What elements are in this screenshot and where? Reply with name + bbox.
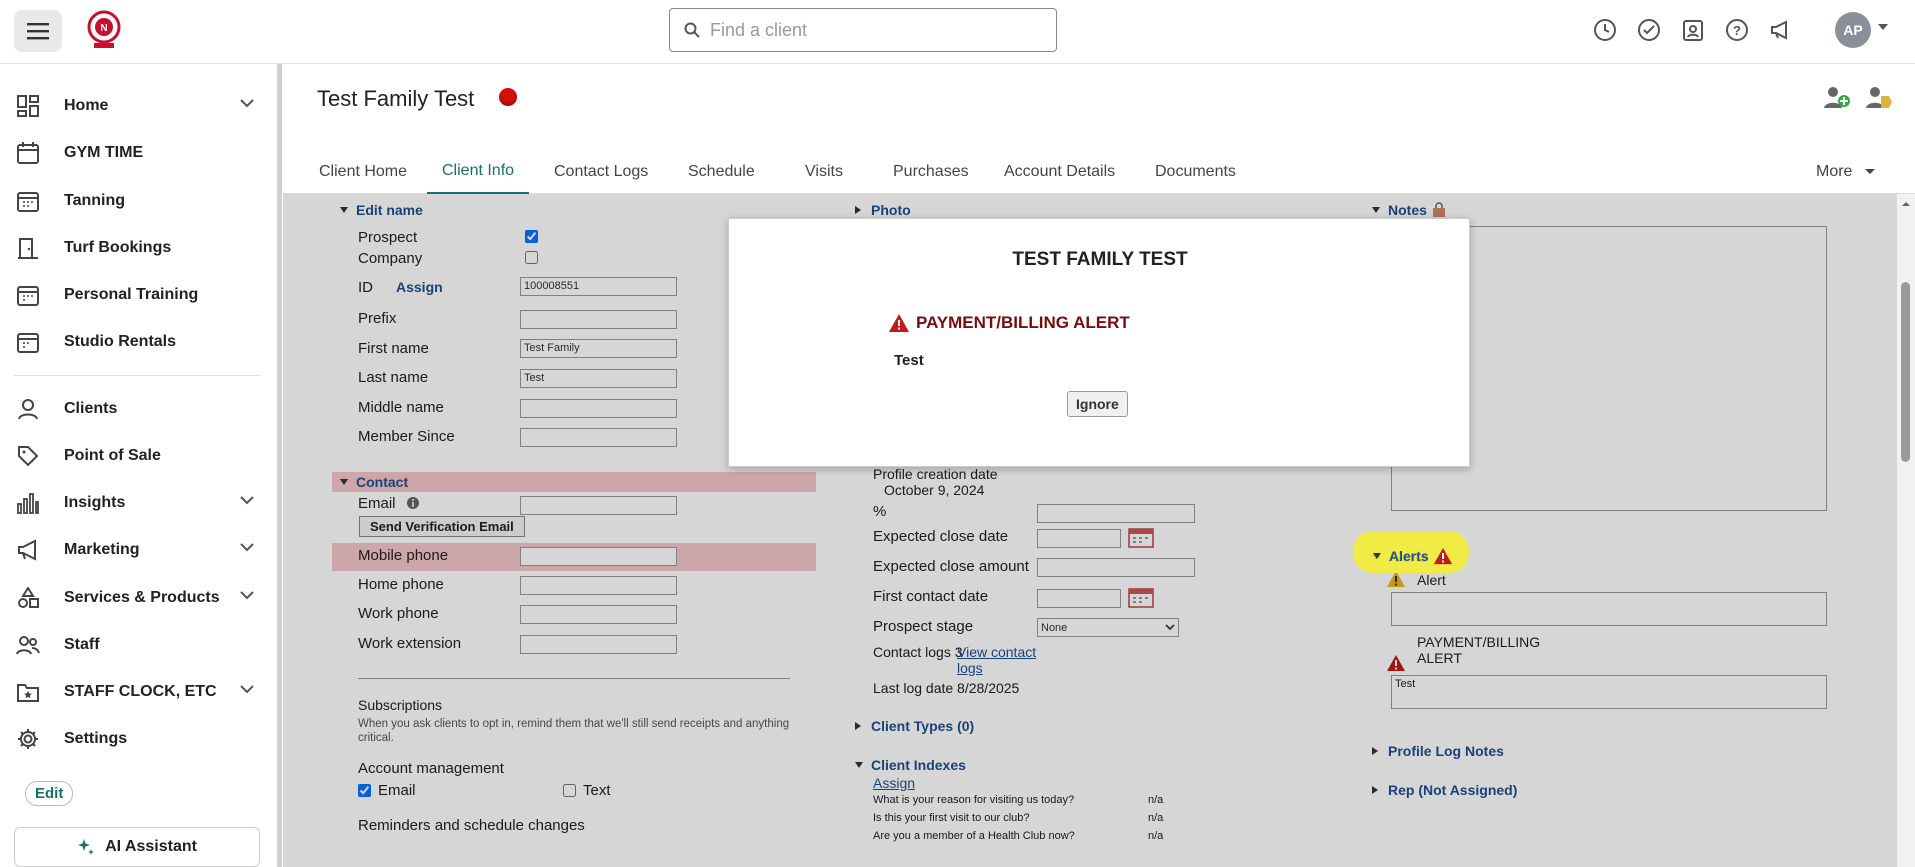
sidebar-item-label: Point of Sale <box>64 447 161 464</box>
client-name-title: Test Family Test <box>317 86 475 111</box>
status-dot <box>499 88 517 106</box>
sidebar-item-insights[interactable]: Insights <box>14 483 260 523</box>
sidebar-scrollbar[interactable] <box>277 64 282 867</box>
sidebar-item-gym-time[interactable]: GYM TIME <box>14 133 260 173</box>
sidebar-item-label: GYM TIME <box>64 144 144 161</box>
search-input[interactable] <box>710 19 1030 41</box>
check-circle-icon[interactable] <box>1635 14 1663 46</box>
chevron-down-icon <box>240 99 254 108</box>
sidebar-item-home[interactable]: Home <box>14 86 260 126</box>
modal-alert-heading: PAYMENT/BILLING ALERT <box>888 313 1130 333</box>
calendar-grid-icon <box>14 187 42 215</box>
tag-icon <box>14 442 42 470</box>
sidebar-item-label: Studio Rentals <box>64 333 177 350</box>
tab-client-home[interactable]: Client Home <box>319 150 407 194</box>
chevron-down-icon[interactable] <box>1878 24 1888 30</box>
tab-account-details[interactable]: Account Details <box>1004 150 1115 194</box>
shapes-icon <box>14 584 42 612</box>
sidebar-divider <box>14 375 260 376</box>
sidebar-item-staff-clock[interactable]: STAFF CLOCK, ETC <box>14 672 260 712</box>
warning-icon <box>889 314 909 332</box>
search-icon <box>684 22 700 38</box>
user-avatar[interactable]: AP <box>1835 12 1871 48</box>
sidebar-item-label: Tanning <box>64 192 126 209</box>
svg-text:?: ? <box>1733 23 1741 38</box>
sidebar-item-label: Personal Training <box>64 286 199 303</box>
door-icon <box>14 234 42 262</box>
tab-schedule[interactable]: Schedule <box>688 150 755 194</box>
hamburger-menu-button[interactable] <box>14 10 62 52</box>
scrollbar-thumb[interactable] <box>1901 282 1910 462</box>
sparkle-icon <box>78 839 95 855</box>
dashboard-icon <box>14 92 42 120</box>
sidebar-item-label: Home <box>64 97 109 114</box>
sidebar-item-label: Insights <box>64 494 126 511</box>
sidebar-item-personal-training[interactable]: Personal Training <box>14 275 260 315</box>
client-search-box[interactable] <box>669 8 1057 52</box>
sidebar-item-clients[interactable]: Clients <box>14 389 260 429</box>
modal-message: Test <box>894 352 924 369</box>
ai-assistant-button[interactable]: AI Assistant <box>14 827 260 867</box>
sidebar-item-settings[interactable]: Settings <box>14 719 260 759</box>
sidebar: Home GYM TIME Tanning Turf Bookings Pers… <box>0 64 274 867</box>
history-icon[interactable] <box>1591 14 1619 46</box>
sidebar-item-marketing[interactable]: Marketing <box>14 530 260 570</box>
sidebar-item-point-of-sale[interactable]: Point of Sale <box>14 436 260 476</box>
add-person-icon[interactable] <box>1823 84 1851 115</box>
tab-client-info[interactable]: Client Info <box>427 150 530 194</box>
top-bar: N ? AP <box>0 0 1915 64</box>
warning-icon <box>1433 548 1452 564</box>
tab-visits[interactable]: Visits <box>805 150 843 194</box>
chevron-down-icon <box>240 591 254 600</box>
calendar-grid-icon <box>14 328 42 356</box>
sidebar-item-studio-rentals[interactable]: Studio Rentals <box>14 322 260 362</box>
person-tag-icon[interactable] <box>1865 84 1893 115</box>
sidebar-item-label: Marketing <box>64 541 140 558</box>
svg-text:N: N <box>100 23 107 34</box>
scroll-up-icon <box>1902 202 1910 206</box>
alerts-highlight-label: Alerts <box>1373 547 1453 565</box>
person-icon <box>14 395 42 423</box>
gear-icon <box>14 725 42 753</box>
chevron-down-icon <box>240 685 254 694</box>
chevron-down-icon <box>240 543 254 552</box>
sidebar-item-label: Staff <box>64 636 100 653</box>
sidebar-item-label: STAFF CLOCK, ETC <box>64 683 217 700</box>
menu-icon <box>27 23 49 40</box>
sidebar-item-label: Settings <box>64 730 128 747</box>
sidebar-item-label: Clients <box>64 400 118 417</box>
tab-contact-logs[interactable]: Contact Logs <box>554 150 648 194</box>
ai-assistant-label: AI Assistant <box>105 838 197 855</box>
edit-sidebar-button[interactable]: Edit <box>25 781 74 806</box>
sidebar-item-services-products[interactable]: Services & Products <box>14 578 260 618</box>
page-scrollbar[interactable] <box>1897 194 1915 867</box>
client-tabs: Client Home Client Info Contact Logs Sch… <box>283 150 1915 194</box>
modal-title: TEST FAMILY TEST <box>1012 249 1188 270</box>
calendar-icon <box>14 139 42 167</box>
sidebar-item-label: Services & Products <box>64 589 220 606</box>
club-logo[interactable]: N <box>86 10 122 50</box>
alert-modal: TEST FAMILY TEST PAYMENT/BILLING ALERT T… <box>728 218 1470 467</box>
sidebar-item-staff[interactable]: Staff <box>14 625 260 665</box>
sidebar-item-turf-bookings[interactable]: Turf Bookings <box>14 228 260 268</box>
people-icon <box>14 631 42 659</box>
sidebar-item-tanning[interactable]: Tanning <box>14 181 260 221</box>
chevron-down-icon <box>1865 169 1876 174</box>
megaphone-icon <box>14 536 42 564</box>
tab-documents[interactable]: Documents <box>1155 150 1236 194</box>
help-icon[interactable]: ? <box>1723 14 1751 46</box>
tab-purchases[interactable]: Purchases <box>893 150 969 194</box>
folder-star-icon <box>14 678 42 706</box>
contact-card-icon[interactable] <box>1679 14 1707 46</box>
ignore-button[interactable]: Ignore <box>1067 391 1128 417</box>
calendar-grid-icon <box>14 281 42 309</box>
tab-more[interactable]: More <box>1816 150 1876 194</box>
megaphone-icon[interactable] <box>1767 14 1795 46</box>
chevron-down-icon <box>240 496 254 505</box>
sidebar-item-label: Turf Bookings <box>64 239 172 256</box>
bar-chart-icon <box>14 489 42 517</box>
